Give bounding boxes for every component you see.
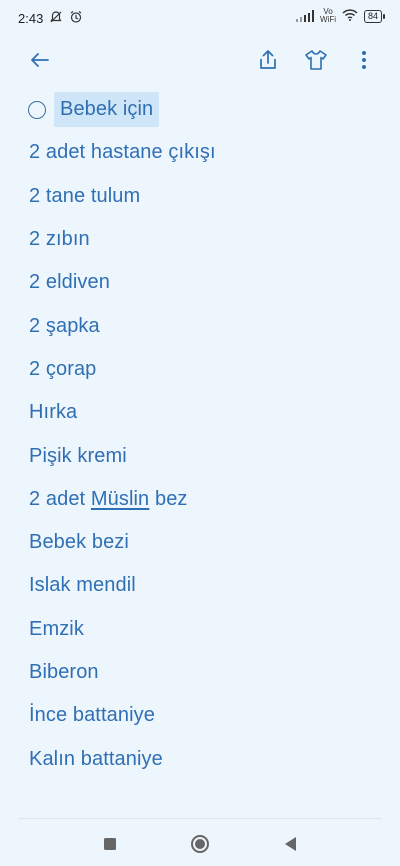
list-item[interactable]: 2 adet Müslin bez xyxy=(0,478,400,521)
more-vert-icon xyxy=(362,51,366,69)
list-item[interactable]: 2 tane tulum xyxy=(0,175,400,218)
checkbox-circle[interactable] xyxy=(28,100,46,119)
tshirt-icon xyxy=(305,50,327,70)
status-bar: 2:43 Vo WiFi 84 xyxy=(0,0,400,34)
theme-button[interactable] xyxy=(302,46,330,74)
back-button[interactable] xyxy=(26,46,54,74)
system-back-button[interactable] xyxy=(276,830,304,858)
battery-indicator: 84 xyxy=(363,9,386,23)
list-item[interactable]: Emzik xyxy=(0,608,400,651)
list-item[interactable]: Kalın battaniye xyxy=(0,737,400,780)
recents-button[interactable] xyxy=(96,830,124,858)
list-item-text: bez xyxy=(154,487,188,510)
status-time: 2:43 xyxy=(18,11,44,26)
arrow-left-icon xyxy=(31,53,49,67)
square-icon xyxy=(104,838,116,850)
alarm-icon xyxy=(69,10,83,27)
wifi-icon xyxy=(342,8,358,24)
share-icon xyxy=(260,50,276,69)
list-item[interactable]: 2 şapka xyxy=(0,304,400,347)
note-title[interactable]: Bebek için xyxy=(54,92,160,128)
list-item[interactable]: 2 çorap xyxy=(0,348,400,391)
mute-icon xyxy=(49,10,63,27)
list-item[interactable]: İnce battaniye xyxy=(0,694,400,737)
home-circle-icon xyxy=(191,835,209,853)
list-item[interactable]: Islak mendil xyxy=(0,564,400,607)
home-button[interactable] xyxy=(186,830,214,858)
list-item[interactable]: Pişik kremi xyxy=(0,434,400,477)
system-nav-bar xyxy=(0,824,400,864)
nav-divider xyxy=(18,818,382,819)
note-content[interactable]: Bebek için 2 adet hastane çıkışı 2 tane … xyxy=(0,88,400,781)
share-button[interactable] xyxy=(254,46,282,74)
note-toolbar xyxy=(0,40,400,80)
vowifi-label: Vo WiFi xyxy=(319,7,336,24)
signal-icon xyxy=(295,10,314,22)
list-item[interactable]: Hırka xyxy=(0,391,400,434)
triangle-back-icon xyxy=(285,837,296,851)
list-item[interactable]: 2 eldiven xyxy=(0,261,400,304)
list-item[interactable]: 2 zıbın xyxy=(0,218,400,261)
list-item[interactable]: 2 adet hastane çıkışı xyxy=(0,131,400,174)
list-item[interactable]: Bebek bezi xyxy=(0,521,400,564)
list-item[interactable]: Biberon xyxy=(0,651,400,694)
spellcheck-word[interactable]: Müslin xyxy=(91,488,149,511)
note-title-row[interactable]: Bebek için xyxy=(0,88,400,131)
list-item-text: 2 adet xyxy=(29,487,86,510)
more-options-button[interactable] xyxy=(350,46,378,74)
